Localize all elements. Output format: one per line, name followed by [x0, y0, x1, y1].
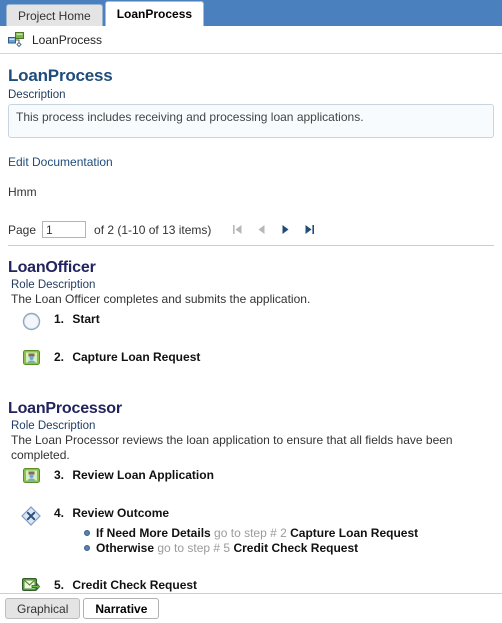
step-row[interactable]: 4. Review Outcome If Need More Details g…: [8, 505, 494, 567]
step-number: 5.: [54, 578, 65, 592]
role-title-loanprocessor: LoanProcessor: [8, 400, 122, 417]
tab-narrative[interactable]: Narrative: [83, 598, 160, 619]
outcome-goto: go to step # 2: [214, 526, 287, 540]
role-description-label-1: Role Description: [11, 420, 96, 432]
tab-project-home[interactable]: Project Home: [6, 4, 103, 26]
breadcrumb: LoanProcess: [0, 26, 502, 54]
step-title-text: Start: [72, 312, 100, 326]
step-title-text: Capture Loan Request: [72, 350, 201, 364]
last-page-button[interactable]: [297, 224, 321, 235]
user-task-icon: [8, 467, 54, 483]
description-label: Description: [8, 89, 66, 101]
step-title-text: Credit Check Request: [72, 578, 198, 592]
step-title-text: Review Outcome: [72, 506, 170, 520]
role-description-text-1: The Loan Processor reviews the loan appl…: [11, 433, 453, 462]
gateway-outcome-item: If Need More Details go to step # 2 Capt…: [84, 526, 494, 541]
tab-loanprocess[interactable]: LoanProcess: [104, 1, 205, 26]
step-number: 1.: [54, 312, 65, 326]
pagination-info: of 2 (1-10 of 13 items): [94, 222, 212, 237]
step-row[interactable]: 3. Review Loan Application: [8, 467, 494, 505]
outcome-goto: go to step # 5: [157, 541, 231, 555]
process-icon: [8, 31, 25, 48]
role-description-label-0: Role Description: [11, 279, 96, 291]
outcome-target[interactable]: Capture Loan Request: [290, 526, 418, 540]
breadcrumb-label[interactable]: LoanProcess: [32, 33, 102, 47]
bullet-icon: [84, 545, 90, 551]
bullet-icon: [84, 530, 90, 536]
step-number: 4.: [54, 506, 65, 520]
page-title: LoanProcess: [8, 66, 113, 85]
page-word-label: Page: [8, 222, 37, 237]
role-title-loanofficer: LoanOfficer: [8, 259, 96, 276]
gateway-outcome-list: If Need More Details go to step # 2 Capt…: [54, 526, 494, 556]
step-number: 2.: [54, 350, 65, 364]
first-page-button[interactable]: [225, 224, 249, 235]
message-send-icon: [8, 577, 54, 593]
pagination-bar: Page of 2 (1-10 of 13 items): [8, 221, 494, 246]
gateway-outcome-item: Otherwise go to step # 5 Credit Check Re…: [84, 541, 494, 556]
start-event-icon: [8, 311, 54, 331]
tab-graphical[interactable]: Graphical: [5, 598, 81, 619]
bottom-tab-strip: Graphical Narrative: [0, 593, 502, 623]
user-task-icon: [8, 349, 54, 365]
description-input[interactable]: [8, 104, 494, 138]
narrative-scroll-area[interactable]: LoanProcess Description Edit Documentati…: [0, 55, 502, 593]
step-row[interactable]: 5. Credit Check Request: [8, 577, 494, 593]
step-row[interactable]: 2. Capture Loan Request: [8, 349, 494, 387]
top-tab-strip: Project Home LoanProcess: [0, 0, 502, 26]
role-description-text-0: The Loan Officer completes and submits t…: [11, 292, 311, 306]
exclusive-gateway-icon: [8, 505, 54, 526]
previous-page-button[interactable]: [249, 224, 273, 235]
next-page-button[interactable]: [273, 224, 297, 235]
step-title-text: Review Loan Application: [72, 468, 214, 482]
edit-documentation-link[interactable]: Edit Documentation: [8, 155, 113, 169]
step-row[interactable]: 1. Start: [8, 311, 494, 349]
page-number-input[interactable]: [42, 221, 87, 238]
step-number: 3.: [54, 468, 65, 482]
outcome-target[interactable]: Credit Check Request: [233, 541, 358, 555]
outcome-condition: Otherwise: [96, 541, 155, 555]
outcome-condition: If Need More Details: [96, 526, 211, 540]
note-text: Hmm: [8, 185, 37, 199]
